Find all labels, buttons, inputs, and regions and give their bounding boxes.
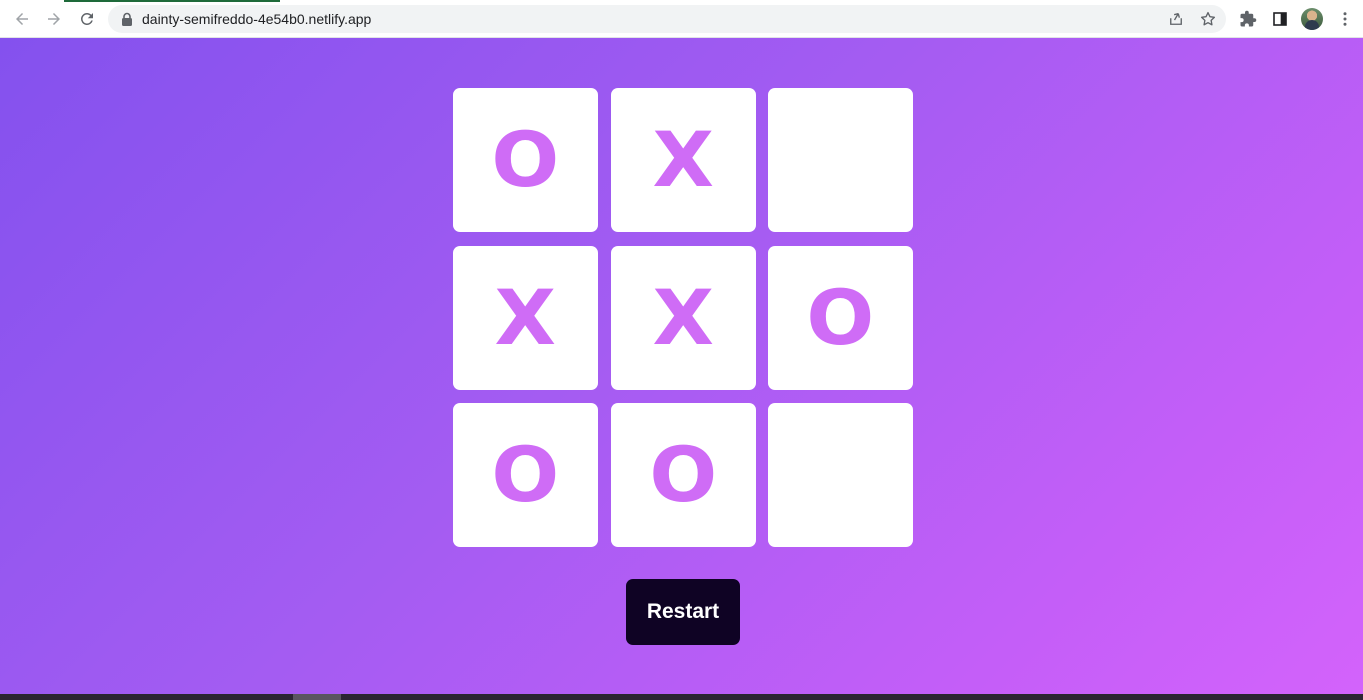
restart-button[interactable]: Restart bbox=[626, 579, 740, 645]
browser-toolbar: dainty-semifreddo-4e54b0.netlify.app bbox=[0, 0, 1363, 38]
cell-mark: X bbox=[494, 272, 557, 362]
board-cell-6[interactable]: O bbox=[768, 245, 913, 390]
back-button[interactable] bbox=[11, 8, 33, 30]
side-panel-icon bbox=[1273, 12, 1287, 26]
extensions-button[interactable] bbox=[1238, 9, 1258, 29]
kebab-menu-icon bbox=[1343, 12, 1347, 26]
profile-avatar[interactable] bbox=[1301, 8, 1323, 30]
board-cell-4[interactable]: X bbox=[453, 245, 598, 390]
lock-icon bbox=[122, 12, 132, 26]
tic-tac-toe-board: O X X X O O O bbox=[453, 88, 913, 547]
forward-button[interactable] bbox=[43, 8, 65, 30]
url-text[interactable]: dainty-semifreddo-4e54b0.netlify.app bbox=[142, 11, 371, 27]
taskbar-item[interactable] bbox=[293, 694, 341, 700]
address-bar[interactable]: dainty-semifreddo-4e54b0.netlify.app bbox=[108, 5, 1226, 33]
cell-mark: X bbox=[652, 272, 714, 362]
cell-mark: O bbox=[806, 272, 875, 362]
arrow-left-icon bbox=[16, 13, 28, 25]
cell-mark: X bbox=[652, 115, 714, 204]
board-cell-5[interactable]: X bbox=[610, 245, 756, 390]
board-cell-3[interactable] bbox=[768, 88, 913, 232]
board-cell-9[interactable] bbox=[768, 403, 913, 547]
active-tab-indicator bbox=[64, 0, 280, 2]
share-icon[interactable] bbox=[1167, 10, 1185, 28]
game-page: O X X X O O O Restart bbox=[0, 38, 1363, 694]
board-cell-8[interactable]: O bbox=[610, 403, 756, 547]
board-cell-7[interactable]: O bbox=[453, 403, 598, 547]
board-cell-2[interactable]: X bbox=[610, 88, 756, 232]
taskbar-strip bbox=[0, 694, 1363, 700]
browser-menu-button[interactable] bbox=[1335, 9, 1355, 29]
cell-mark: O bbox=[491, 430, 560, 519]
cell-mark: O bbox=[649, 430, 717, 519]
side-panel-button[interactable] bbox=[1270, 9, 1290, 29]
cell-mark: O bbox=[491, 115, 560, 204]
arrow-right-icon bbox=[48, 13, 60, 25]
board-cell-1[interactable]: O bbox=[453, 88, 598, 232]
star-icon[interactable] bbox=[1199, 10, 1217, 28]
reload-icon bbox=[80, 12, 93, 25]
reload-button[interactable] bbox=[76, 8, 98, 30]
puzzle-icon bbox=[1240, 10, 1257, 27]
